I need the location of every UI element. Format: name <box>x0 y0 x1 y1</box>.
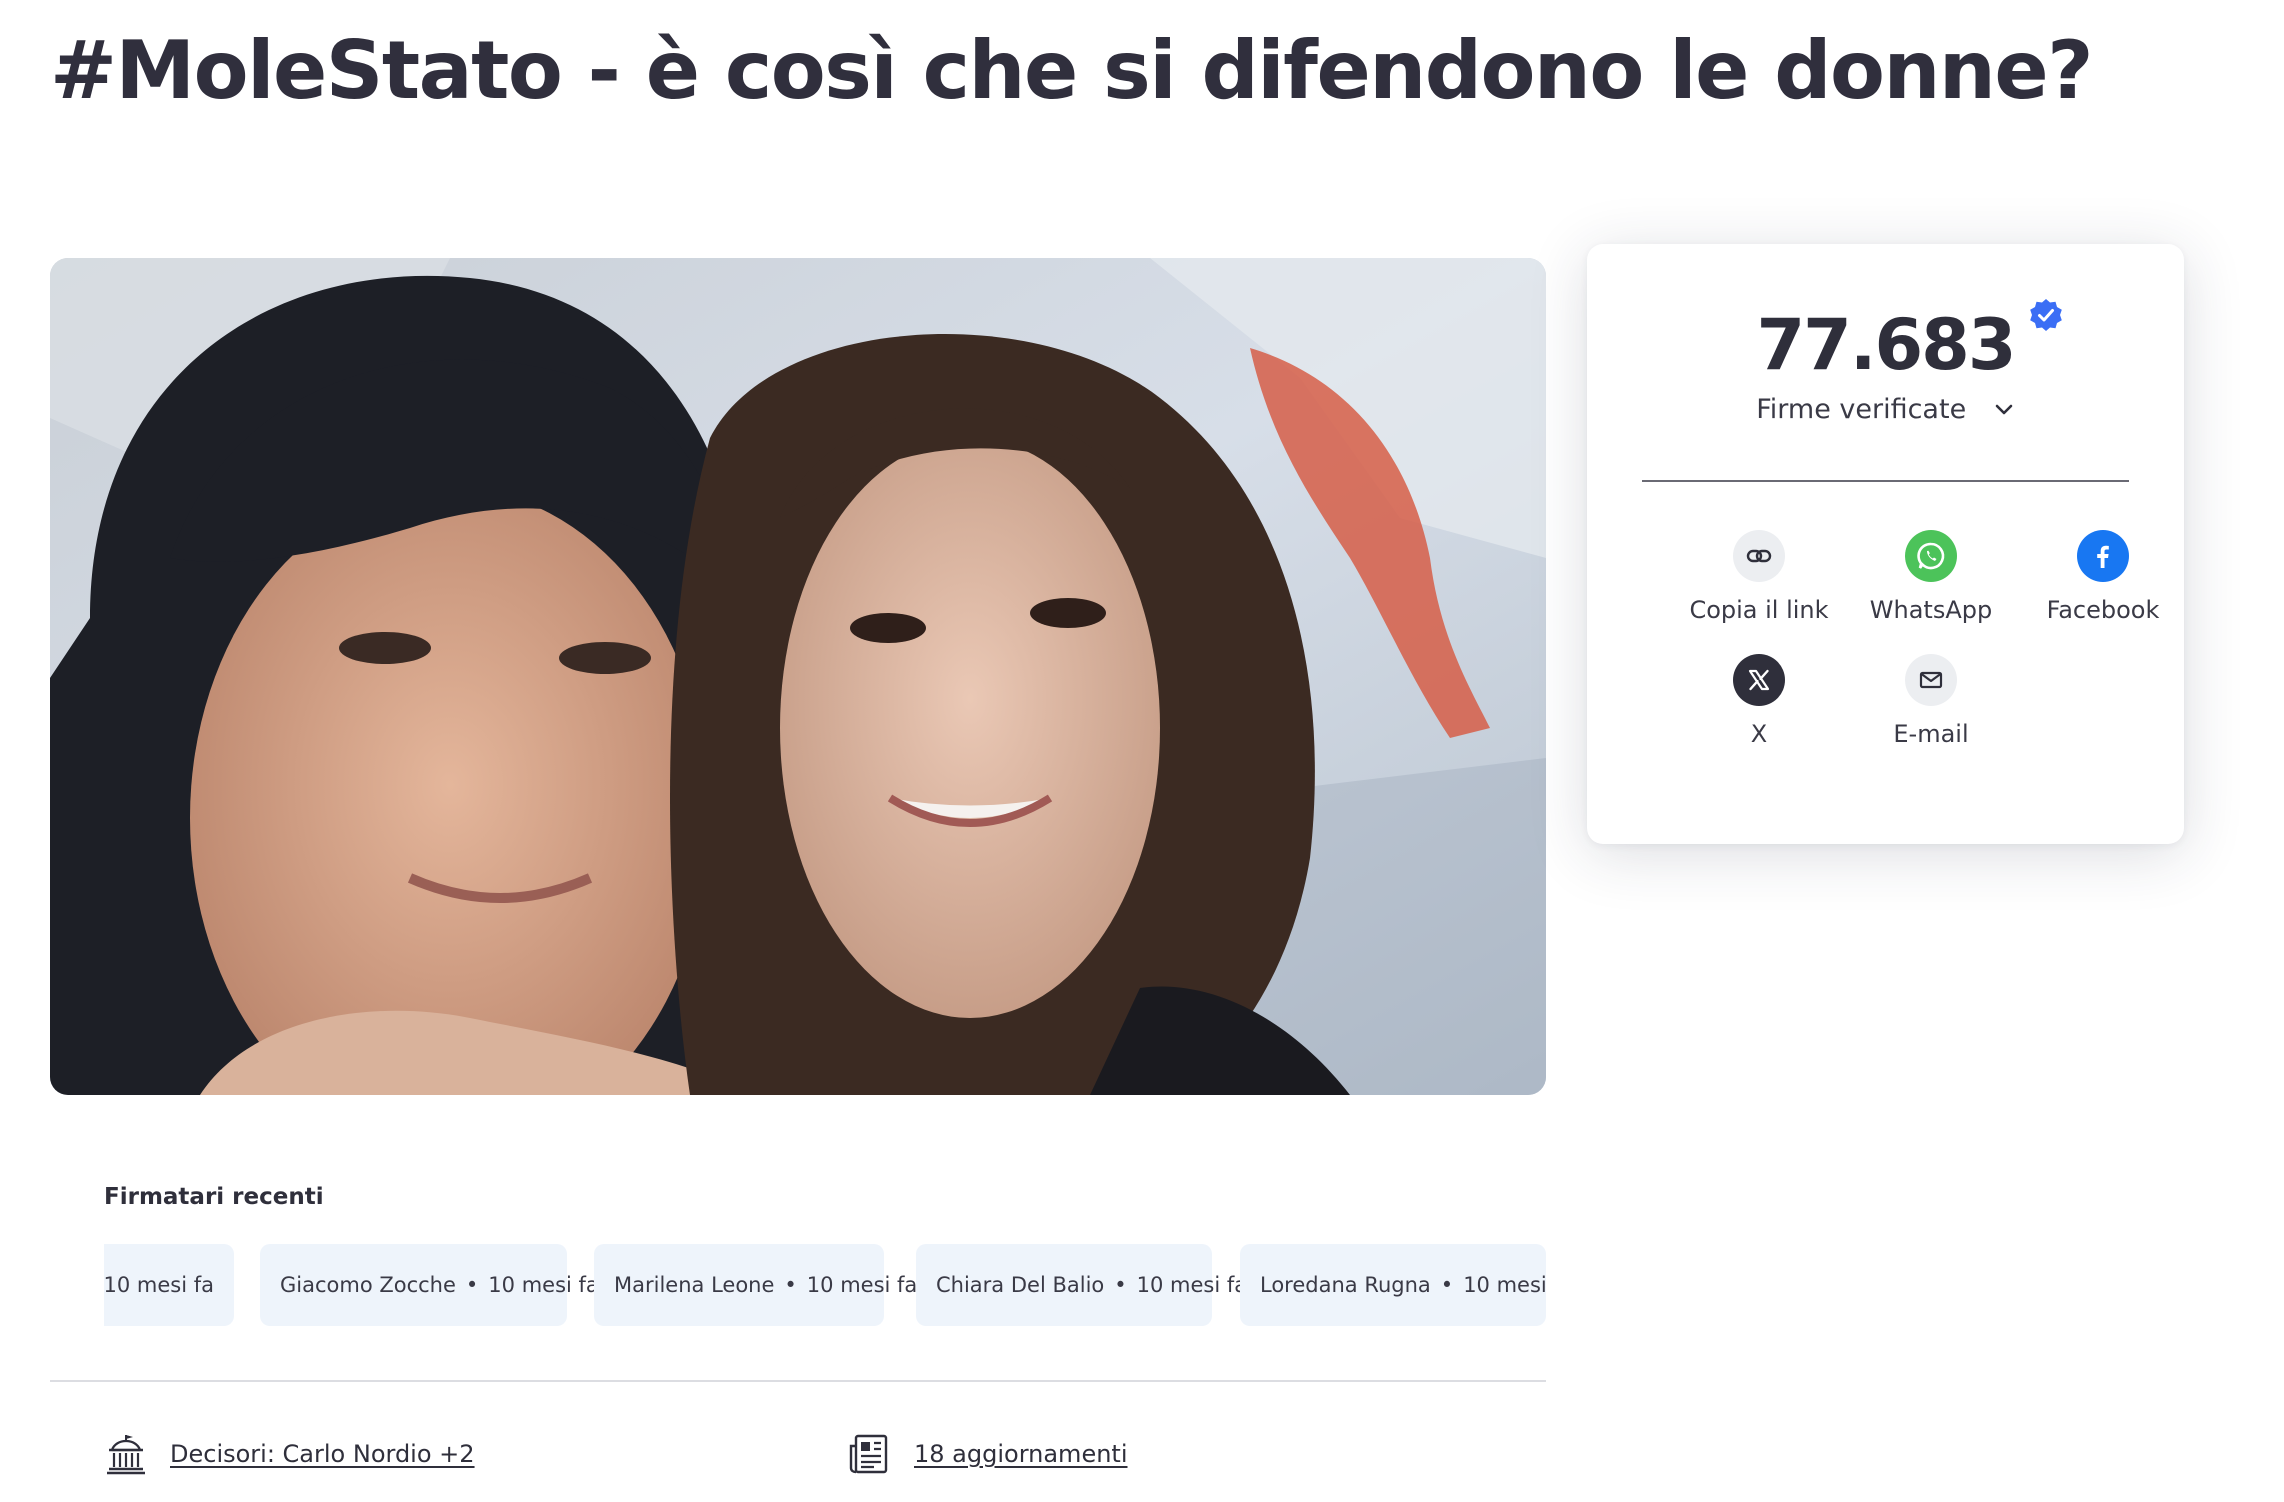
separator-dot: • <box>465 1273 479 1297</box>
signer-chip: Marilena Leone • 10 mesi fa <box>594 1244 917 1326</box>
share-copy-link-button[interactable]: Copia il link <box>1674 530 1844 624</box>
recent-signers-title: Firmatari recenti <box>104 1184 324 1210</box>
facebook-icon <box>2077 530 2129 582</box>
separator-dot: • <box>1440 1273 1454 1297</box>
link-icon <box>1733 530 1785 582</box>
signer-time: 10 mesi fa <box>806 1273 918 1297</box>
mail-icon <box>1905 654 1957 706</box>
signature-type-selector[interactable]: Firme verificate <box>1587 394 2184 425</box>
share-facebook-button[interactable]: Facebook <box>2018 530 2188 624</box>
signature-count: 77.683 <box>1756 299 2062 386</box>
verified-badge-icon <box>2029 299 2062 331</box>
share-label: Facebook <box>2046 596 2160 624</box>
recent-signers-carousel[interactable]: • 10 mesi fa Giacomo Zocche • 10 mesi fa… <box>104 1244 1546 1326</box>
updates-text: 18 aggiornamenti <box>914 1440 1128 1468</box>
share-label: Copia il link <box>1689 596 1829 624</box>
card-divider <box>1642 480 2129 482</box>
whatsapp-icon <box>1905 530 1957 582</box>
share-x-button[interactable]: X <box>1674 654 1844 748</box>
share-label: WhatsApp <box>1869 596 1993 624</box>
newspaper-icon <box>849 1434 888 1474</box>
signer-time: 10 mesi fa <box>488 1273 599 1297</box>
chevron-down-icon <box>1995 404 2013 415</box>
decision-makers-text: Decisori: Carlo Nordio +2 <box>170 1440 475 1468</box>
photo-illustration <box>50 258 1546 1095</box>
signer-chip: Chiara Del Balio • 10 mesi fa <box>916 1244 1247 1326</box>
separator-dot: • <box>1114 1273 1127 1297</box>
signature-type-label: Firme verificate <box>1756 394 1967 425</box>
updates-link[interactable]: 18 aggiornamenti <box>848 1432 1128 1476</box>
signer-chip: • 10 mesi fa <box>104 1244 234 1326</box>
page-title: #MoleStato - è così che si difendono le … <box>50 24 2094 117</box>
petition-hero-image <box>50 258 1546 1095</box>
signer-chip: Loredana Rugna • 10 mesi fa <box>1240 1244 1546 1326</box>
signer-chip: Giacomo Zocche • 10 mesi fa <box>260 1244 599 1326</box>
decision-makers-link[interactable]: Decisori: Carlo Nordio +2 <box>104 1432 475 1476</box>
signer-name: Giacomo Zocche <box>280 1273 456 1297</box>
separator-dot: • <box>784 1273 797 1297</box>
signature-card: 77.683 Firme verificate Copia il link Wh… <box>1587 244 2184 844</box>
share-email-button[interactable]: E-mail <box>1846 654 2016 748</box>
signer-time: 10 mesi fa <box>104 1273 214 1297</box>
signer-name: Marilena Leone <box>614 1273 775 1297</box>
share-label: E-mail <box>1893 720 1969 748</box>
signature-count-value: 77.683 <box>1756 304 2016 386</box>
section-divider <box>50 1380 1546 1382</box>
share-label: X <box>1750 720 1768 748</box>
government-building-icon <box>107 1435 145 1475</box>
signer-time: 10 mesi fa <box>1136 1273 1248 1297</box>
signer-time: 10 mesi fa <box>1463 1273 1546 1297</box>
x-icon <box>1733 654 1785 706</box>
signer-name: Chiara Del Balio <box>936 1273 1105 1297</box>
share-whatsapp-button[interactable]: WhatsApp <box>1846 530 2016 624</box>
signer-name: Loredana Rugna <box>1260 1273 1431 1297</box>
